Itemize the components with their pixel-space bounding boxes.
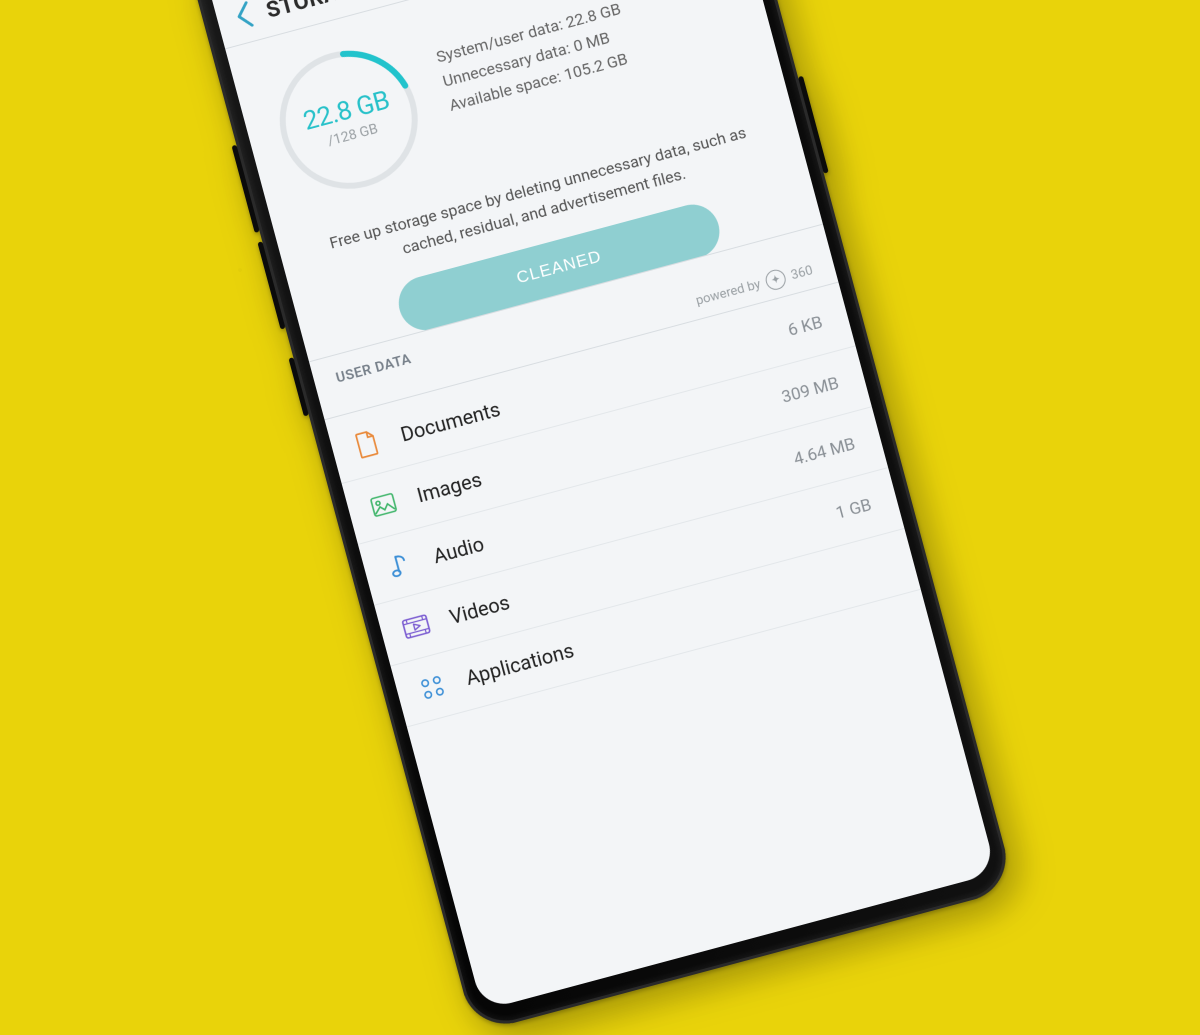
back-button[interactable]: [232, 0, 257, 34]
user-data-section-label: USER DATA: [334, 351, 413, 386]
applications-icon: [417, 672, 449, 704]
storage-ring-chart: 22.8 GB /128 GB: [257, 28, 441, 212]
row-size: 6 KB: [786, 312, 825, 340]
row-size: 1 GB: [834, 495, 874, 524]
user-data-list: Documents 6 KB Images 309 MB Audio 4.64 …: [325, 285, 920, 727]
audio-icon: [384, 550, 416, 582]
phone-frame: 86% 17:12 STORAGE: [185, 0, 1016, 1033]
phone-screen: 86% 17:12 STORAGE: [203, 0, 996, 1010]
row-size: 309 MB: [780, 373, 842, 407]
phone-device: 86% 17:12 STORAGE: [185, 0, 1016, 1033]
image-icon: [368, 489, 400, 521]
powered-by-brand: 360: [789, 263, 814, 283]
storage-breakdown: System/user data: 22.8 GB Unnecessary da…: [434, 0, 712, 118]
powered-by-logo-icon: ✦: [764, 267, 788, 291]
document-icon: [351, 428, 383, 460]
row-size: 4.64 MB: [792, 434, 858, 470]
page-title: STORAGE: [264, 0, 369, 23]
video-icon: [400, 611, 432, 643]
